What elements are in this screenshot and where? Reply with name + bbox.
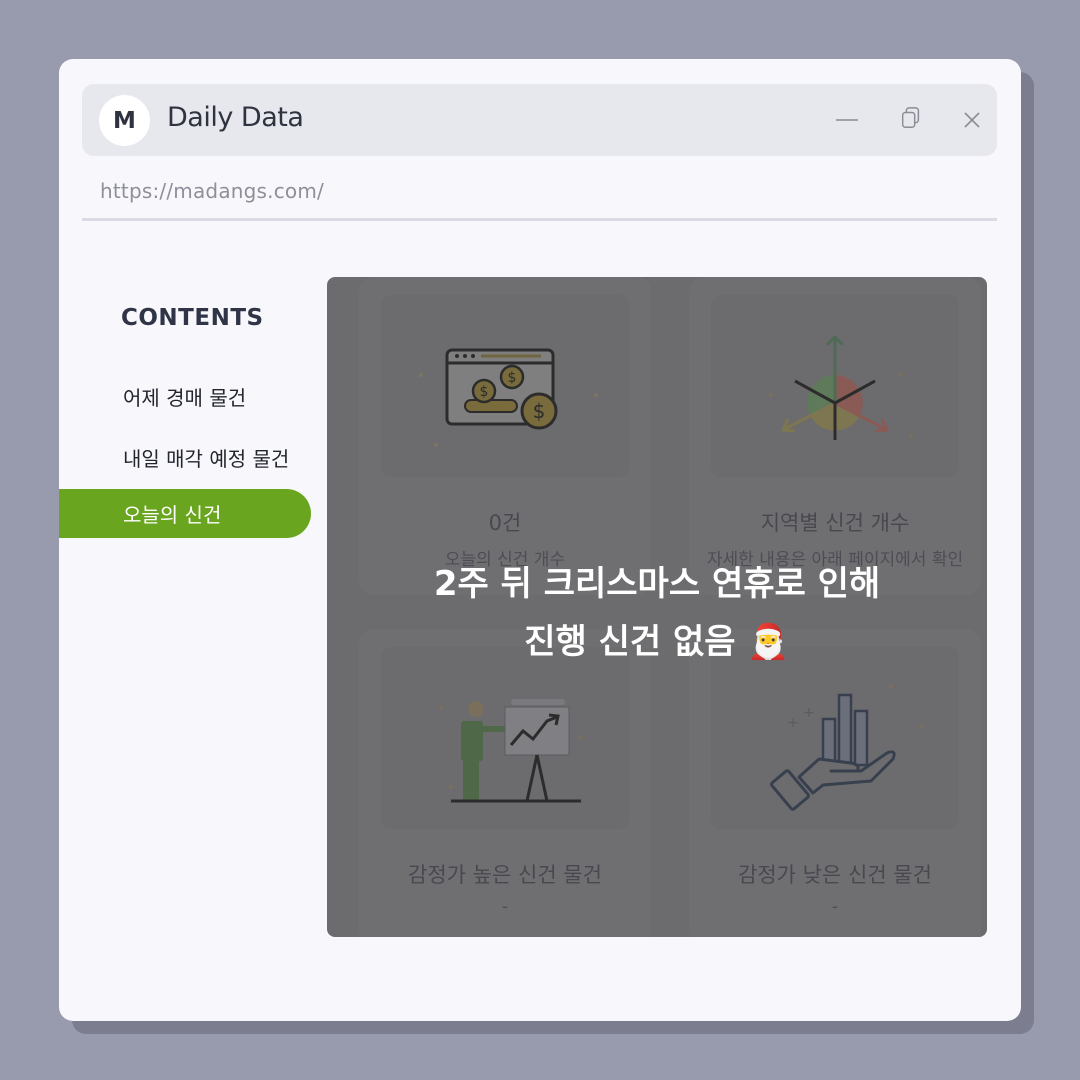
card-image [711, 295, 959, 477]
minimize-icon[interactable] [835, 108, 859, 132]
card-today-new-count[interactable]: $ $ $ 0건 오늘의 신건 개수 [359, 277, 651, 595]
sidebar-item-tomorrow-sale[interactable]: 내일 매각 예정 물건 [123, 443, 289, 472]
money-browser-icon: $ $ $ [419, 348, 598, 447]
divider [82, 218, 997, 221]
card-title: 지역별 신건 개수 [760, 511, 910, 535]
browser-window: M Daily Data https://madangs.com/ CONTEN… [59, 59, 1021, 1021]
sidebar-item-today-new[interactable]: 오늘의 신건 [59, 489, 311, 538]
presentation-growth-icon [439, 699, 583, 803]
sidebar-item-yesterday-auction[interactable]: 어제 경매 물건 [123, 382, 246, 411]
card-title: 감정가 낮은 신건 물건 [738, 863, 932, 887]
card-image [381, 647, 629, 829]
card-subtitle: - [831, 897, 839, 917]
close-icon[interactable] [960, 108, 984, 132]
title-bar: M Daily Data [82, 84, 997, 156]
svg-text:+: + [803, 705, 815, 721]
svg-text:+: + [787, 715, 799, 731]
svg-text:$: $ [533, 399, 546, 423]
card-region-count[interactable]: 지역별 신건 개수 자세한 내용은 아래 페이지에서 확인 [689, 277, 981, 595]
card-image: + + [711, 647, 959, 829]
hand-bar-chart-icon: + + [769, 685, 923, 811]
app-title: Daily Data [167, 102, 304, 133]
card-title: 감정가 높은 신건 물건 [408, 863, 602, 887]
card-low-appraisal[interactable]: + + 감정가 낮은 신건 물건 - [689, 629, 981, 937]
avatar: M [99, 95, 150, 146]
card-image: $ $ $ [381, 295, 629, 477]
card-title: 0건 [488, 511, 522, 535]
three-axis-chart-icon [769, 334, 913, 440]
holiday-notice: 2주 뒤 크리스마스 연휴로 인해 진행 신건 없음 🎅 [327, 555, 987, 671]
card-high-appraisal[interactable]: 감정가 높은 신건 물건 - [359, 629, 651, 937]
svg-text:$: $ [480, 384, 489, 400]
notice-line-2: 진행 신건 없음 🎅 [524, 622, 790, 662]
url-bar[interactable]: https://madangs.com/ [100, 179, 324, 203]
notice-line-1: 2주 뒤 크리스마스 연휴로 인해 [433, 564, 881, 604]
svg-text:$: $ [508, 370, 517, 386]
sidebar-item-label: 오늘의 신건 [123, 503, 222, 527]
restore-icon[interactable] [899, 106, 923, 130]
sidebar-heading: CONTENTS [121, 305, 264, 331]
content-area: $ $ $ 0건 오늘의 신건 개수 지역별 신건 개수 자세한 내용은 아래 … [327, 277, 987, 937]
card-subtitle: - [501, 897, 509, 917]
